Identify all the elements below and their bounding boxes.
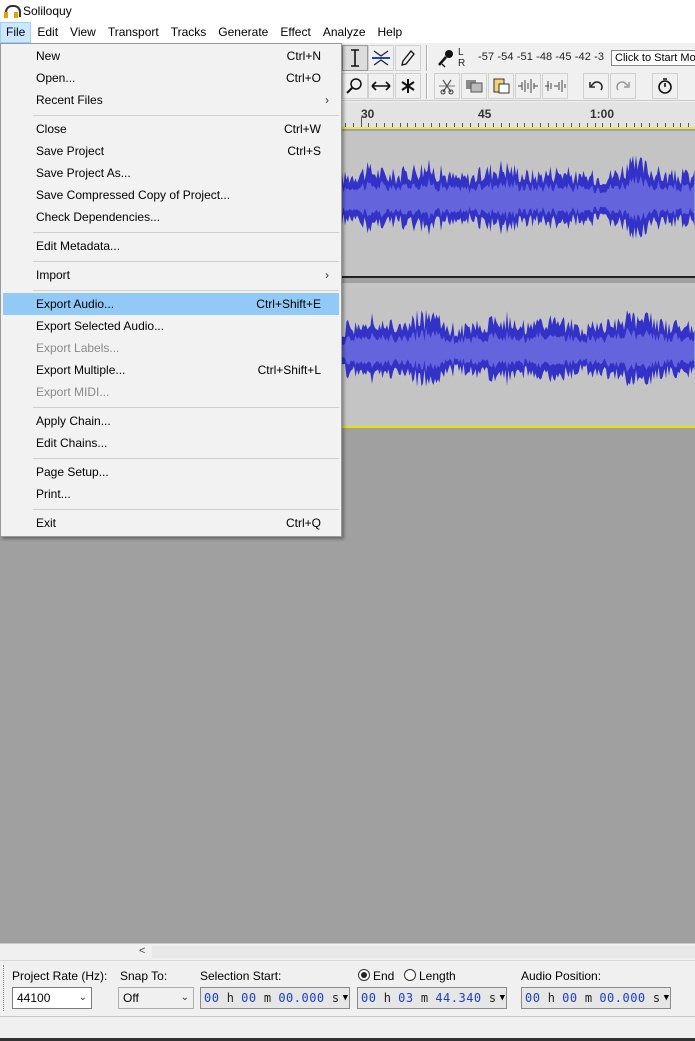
menu-item-apply-chain[interactable]: Apply Chain...: [3, 410, 339, 432]
project-rate-select[interactable]: 44100 ⌄: [12, 987, 92, 1009]
menu-item-save-compressed-copy[interactable]: Save Compressed Copy of Project...: [3, 184, 339, 206]
menu-item-export-audio[interactable]: Export Audio... Ctrl+Shift+E: [3, 293, 339, 315]
menu-file[interactable]: File: [0, 22, 32, 43]
menu-separator: [33, 458, 339, 459]
copy-icon[interactable]: [461, 73, 487, 99]
menu-view[interactable]: View: [64, 22, 102, 43]
end-radio-label: End: [373, 969, 395, 983]
menu-item-recent-files[interactable]: Recent Files ›: [3, 89, 339, 111]
time-format-dropdown-icon: ▼: [499, 993, 505, 1003]
redo-icon[interactable]: [610, 73, 636, 99]
menu-item-export-midi: Export MIDI...: [36, 385, 110, 399]
menu-generate[interactable]: Generate: [212, 22, 274, 43]
menu-item-export-selected-audio[interactable]: Export Selected Audio...: [3, 315, 339, 337]
horizontal-scrollbar[interactable]: <: [0, 943, 695, 960]
menu-item-new[interactable]: New Ctrl+N: [3, 45, 339, 67]
menu-separator: [33, 261, 339, 262]
audio-position-label: Audio Position:: [521, 969, 602, 983]
chevron-down-icon: ⌄: [78, 992, 87, 1003]
menu-item-open[interactable]: Open... Ctrl+O: [3, 67, 339, 89]
waveform-left: [342, 155, 695, 239]
menu-item-save-project-as[interactable]: Save Project As...: [3, 162, 339, 184]
app-headphones-icon: [4, 4, 21, 18]
status-bar: [0, 1016, 695, 1041]
title-bar: Soliloquy: [0, 0, 695, 22]
menu-item-exit[interactable]: Exit Ctrl+Q: [3, 512, 339, 534]
monitoring-tooltip: Click to Start Monitoring: [611, 50, 695, 66]
ruler-tick: [361, 117, 362, 127]
menu-separator: [33, 509, 339, 510]
meter-scale: -57 -54 -51 -48 -45 -42 -3: [478, 51, 605, 63]
menu-analyze[interactable]: Analyze: [317, 22, 372, 43]
track-bottom-border: [342, 426, 695, 428]
menu-separator: [33, 232, 339, 233]
undo-icon[interactable]: [583, 73, 609, 99]
snap-to-label: Snap To:: [120, 969, 168, 983]
ruler-label-45: 45: [478, 107, 492, 121]
submenu-arrow-icon: ›: [325, 268, 329, 282]
selection-end-time[interactable]: 00 h 03 m 44.340 s ▼: [357, 987, 507, 1009]
menu-edit[interactable]: Edit: [31, 22, 64, 43]
menu-item-export-labels: Export Labels...: [36, 341, 120, 355]
record-meter-microphone-icon[interactable]: [433, 45, 459, 71]
ruler-label-1-00: 1:00: [590, 107, 615, 121]
paste-icon[interactable]: [488, 73, 514, 99]
time-shift-tool-icon[interactable]: [368, 73, 394, 99]
selection-toolbar: Project Rate (Hz): 44100 ⌄ Snap To: Off …: [0, 960, 695, 1016]
menu-item-close[interactable]: Close Ctrl+W: [3, 118, 339, 140]
project-rate-label: Project Rate (Hz):: [12, 969, 108, 983]
menu-item-edit-chains[interactable]: Edit Chains...: [3, 432, 339, 454]
menu-item-edit-metadata[interactable]: Edit Metadata...: [3, 235, 339, 257]
selection-start-label: Selection Start:: [200, 969, 282, 983]
sync-lock-timer-icon[interactable]: [652, 73, 678, 99]
window-title: Soliloquy: [23, 4, 72, 18]
menu-item-import[interactable]: Import ›: [3, 264, 339, 286]
menu-tracks[interactable]: Tracks: [165, 22, 213, 43]
end-radio[interactable]: [358, 969, 370, 981]
silence-audio-icon[interactable]: [542, 73, 568, 99]
menu-help[interactable]: Help: [372, 22, 409, 43]
menu-item-check-dependencies[interactable]: Check Dependencies...: [3, 206, 339, 228]
menu-item-page-setup[interactable]: Page Setup...: [3, 461, 339, 483]
chevron-down-icon: ⌄: [180, 992, 189, 1003]
menu-separator: [33, 115, 339, 116]
envelope-tool-icon[interactable]: [368, 45, 394, 71]
menu-item-save-project[interactable]: Save Project Ctrl+S: [3, 140, 339, 162]
time-format-dropdown-icon: ▼: [342, 993, 348, 1003]
time-format-dropdown-icon: ▼: [663, 993, 669, 1003]
menu-separator: [33, 290, 339, 291]
toolbar-grip[interactable]: [3, 965, 5, 1011]
meter-left-label: L: [458, 47, 464, 58]
snap-to-select[interactable]: Off ⌄: [118, 987, 194, 1009]
cut-icon[interactable]: [434, 73, 460, 99]
audio-position-time[interactable]: 00 h 00 m 00.000 s ▼: [521, 987, 671, 1009]
channel-divider: [342, 276, 695, 278]
ruler-label-30: 30: [361, 107, 375, 121]
menu-transport[interactable]: Transport: [102, 22, 165, 43]
scroll-left-arrow-icon[interactable]: <: [139, 945, 145, 957]
selection-start-time[interactable]: 00 h 00 m 00.000 s ▼: [200, 987, 350, 1009]
zoom-tool-icon[interactable]: [342, 73, 368, 99]
toolbar-separator: [426, 73, 428, 99]
multi-tool-icon[interactable]: [395, 73, 421, 99]
menu-item-print[interactable]: Print...: [3, 483, 339, 505]
submenu-arrow-icon: ›: [325, 93, 329, 107]
selection-tool-icon[interactable]: [342, 45, 368, 71]
length-radio-label: Length: [419, 969, 456, 983]
waveform-right: [342, 309, 695, 387]
menu-separator: [33, 407, 339, 408]
length-radio[interactable]: [404, 969, 416, 981]
audio-track-right-channel[interactable]: [342, 283, 695, 426]
file-menu-dropdown: New Ctrl+N Open... Ctrl+O Recent Files › Cl…: [0, 43, 342, 537]
meter-right-label: R: [458, 58, 466, 69]
draw-tool-icon[interactable]: [395, 45, 421, 71]
menu-effect[interactable]: Effect: [274, 22, 316, 43]
menu-bar: File Edit View Transport Tracks Generate…: [0, 22, 695, 43]
scrollbar-track[interactable]: [152, 946, 695, 958]
audio-track-left-channel[interactable]: [342, 131, 695, 276]
trim-audio-icon[interactable]: [515, 73, 541, 99]
toolbar-separator: [426, 45, 428, 71]
menu-item-export-multiple[interactable]: Export Multiple... Ctrl+Shift+L: [3, 359, 339, 381]
